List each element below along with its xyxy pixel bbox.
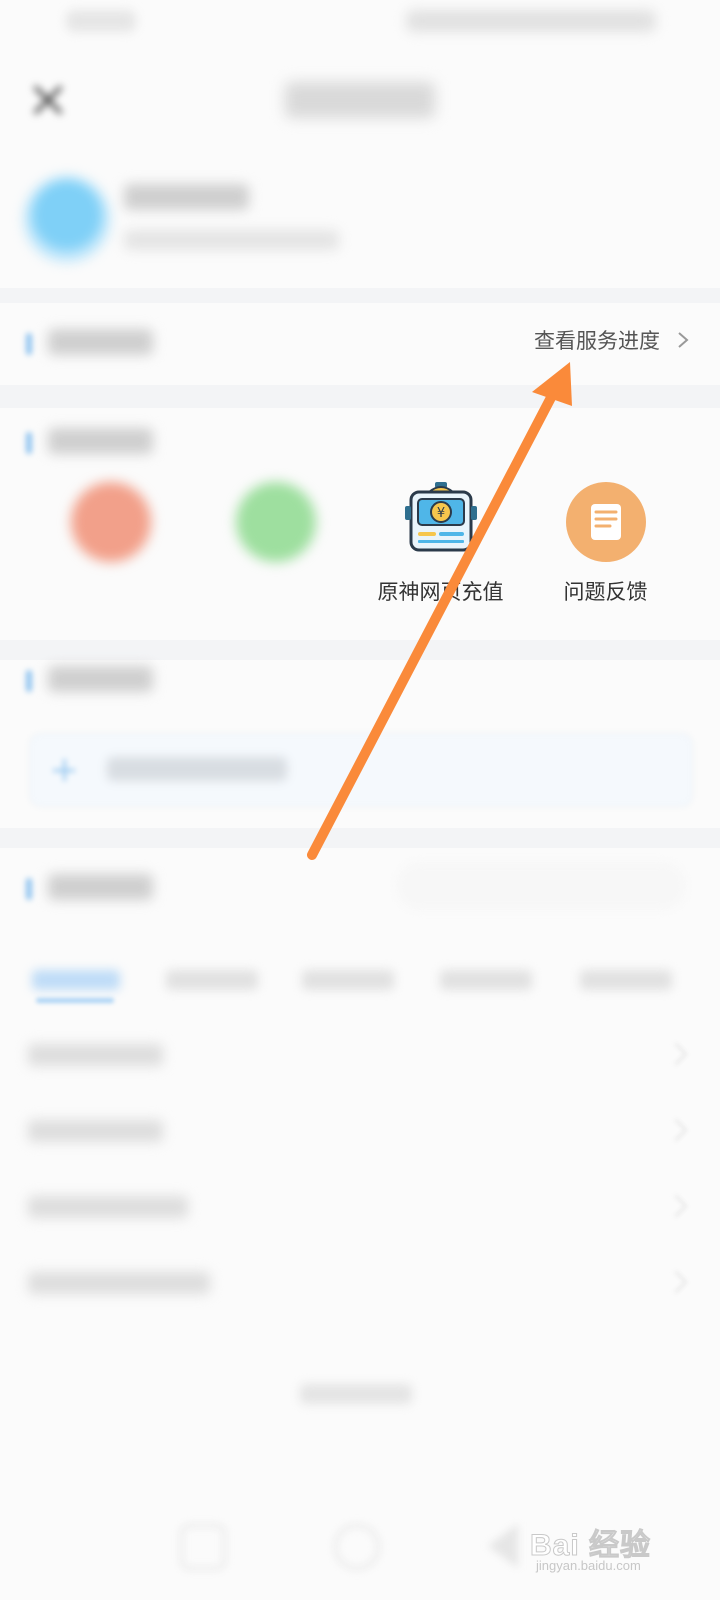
avatar [24,176,110,262]
view-service-progress-link[interactable]: 查看服务进度 [534,325,692,355]
page-title [270,72,450,128]
feedback-note-icon [565,482,646,562]
section-marker [26,432,32,454]
plus-icon [53,759,75,781]
quick-action-feedback[interactable]: 问题反馈 [523,482,688,606]
ask-question-input[interactable] [30,734,692,806]
footer-link[interactable] [300,1384,412,1404]
quick-action-label: 原神网页充值 [377,580,504,604]
help-center-section [0,848,720,1600]
search-icon [235,482,316,562]
watermark-url: jingyan.baidu.com [536,1558,641,1573]
quick-action-label [28,576,193,600]
help-search-input[interactable] [396,862,686,910]
back-button[interactable] [488,1524,518,1568]
section-heading [48,329,153,355]
home-button[interactable] [334,1524,380,1570]
section-marker [26,878,32,900]
quick-action-label [193,576,358,600]
list-item[interactable] [0,1170,720,1246]
close-icon[interactable] [30,82,66,118]
quick-actions-section: ¥ 原神网页充值 问题反馈 [0,408,720,640]
service-progress-row[interactable]: 查看服务进度 [0,303,720,385]
baidu-jingyan-watermark: Bai 经验 jingyan.baidu.com [522,1520,672,1580]
status-icons [406,10,656,32]
quick-actions-grid: ¥ 原神网页充值 问题反馈 [0,482,720,606]
user-card[interactable] [0,150,720,288]
tab-5[interactable] [580,970,672,990]
list-item[interactable] [0,1094,720,1170]
active-tab-indicator [36,998,114,1003]
section-heading [48,428,153,454]
chevron-right-icon [678,332,689,348]
contact-section [0,660,720,828]
service-progress-label: 查看服务进度 [534,329,660,353]
section-heading [48,666,153,692]
svg-text:¥: ¥ [436,506,444,521]
user-subtitle [124,230,339,250]
robot-recharge-icon: ¥ [401,482,481,562]
section-heading [48,874,153,900]
tab-4[interactable] [440,970,532,990]
quick-action-label: 问题反馈 [563,580,648,604]
orange-circle-icon [70,482,151,562]
user-name [124,184,249,210]
tab-3[interactable] [302,970,394,990]
section-marker [26,333,32,355]
list-item[interactable] [0,1246,720,1322]
list-item[interactable] [0,1018,720,1094]
recent-apps-button[interactable] [180,1524,226,1570]
tab-1[interactable] [32,970,120,990]
quick-action-recharge[interactable]: ¥ 原神网页充值 [358,482,523,606]
service-center-page: 查看服务进度 ¥ 原神网页充值 问题反馈 Bai 经验 jingyan.baid… [0,0,720,1600]
tab-2[interactable] [166,970,258,990]
status-bar [0,0,720,50]
quick-action-2[interactable] [193,482,358,606]
input-placeholder [107,757,287,781]
section-marker [26,670,32,692]
quick-action-1[interactable] [28,482,193,606]
status-time [66,10,136,32]
header [0,50,720,150]
